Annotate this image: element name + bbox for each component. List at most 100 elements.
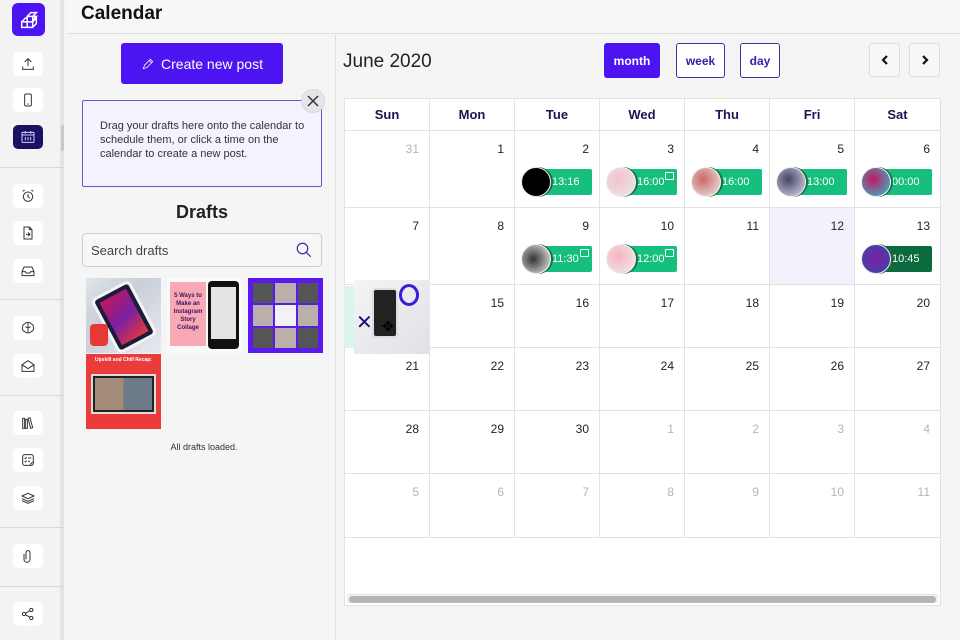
scheduled-post[interactable]: 00:00 — [861, 167, 932, 197]
pencil-icon — [142, 58, 154, 69]
day-cell[interactable]: 10 12:00 — [600, 208, 685, 284]
rail-attachment-button[interactable] — [13, 544, 43, 568]
day-cell[interactable]: 19 — [770, 285, 855, 347]
rail-email-button[interactable] — [13, 354, 43, 378]
draft-thumbnail[interactable] — [86, 278, 161, 353]
post-time: 13:00 — [807, 176, 835, 188]
rail-brain-button[interactable] — [13, 316, 43, 340]
day-cell[interactable]: 17 — [600, 285, 685, 347]
phone-image — [208, 281, 239, 349]
draft-thumbnail[interactable] — [248, 278, 323, 353]
day-cell[interactable]: 7 — [345, 208, 430, 284]
rail-scrollbar[interactable] — [61, 125, 64, 151]
day-cell[interactable]: 11 — [855, 474, 940, 537]
scheduled-post[interactable]: 11:30 — [521, 244, 592, 274]
create-new-post-button[interactable]: Create new post — [121, 43, 283, 84]
rail-mobile-button[interactable] — [13, 88, 43, 112]
day-cell[interactable]: 4 16:00 — [685, 131, 770, 207]
mobile-icon — [24, 93, 32, 107]
day-cell[interactable]: 3 16:00 — [600, 131, 685, 207]
day-cell[interactable]: 31 — [345, 131, 430, 207]
day-cell[interactable]: 5 — [345, 474, 430, 537]
day-cell[interactable]: 13 10:45 — [855, 208, 940, 284]
view-month-button[interactable]: month — [604, 43, 660, 78]
rail-library-button[interactable] — [13, 411, 43, 435]
day-number: 12 — [830, 219, 844, 233]
horizontal-scrollbar[interactable] — [347, 594, 938, 603]
scheduled-post[interactable]: 13:16 — [521, 167, 592, 197]
search-button[interactable] — [295, 241, 313, 259]
day-cell[interactable]: 3 — [770, 411, 855, 473]
draft-thumbnail[interactable]: Upskill and Chill Recap: — [86, 354, 161, 429]
post-time: 12:00 — [637, 253, 665, 265]
day-cell[interactable]: 22 — [430, 348, 515, 410]
close-icon — [307, 95, 319, 107]
rail-upload-button[interactable] — [13, 52, 43, 76]
rail-alarm-button[interactable] — [13, 184, 43, 208]
day-cell[interactable]: 29 — [430, 411, 515, 473]
scheduled-post[interactable]: 13:00 — [776, 167, 847, 197]
day-cell[interactable]: 9 11:30 — [515, 208, 600, 284]
day-cell[interactable]: 9 — [685, 474, 770, 537]
day-cell[interactable]: 8 — [600, 474, 685, 537]
logo[interactable] — [12, 3, 45, 36]
chevron-right-icon — [921, 55, 929, 65]
day-cell[interactable]: 2 — [685, 411, 770, 473]
day-cell[interactable]: 6 00:00 — [855, 131, 940, 207]
day-cell[interactable]: 23 — [515, 348, 600, 410]
search-drafts-input[interactable] — [91, 234, 291, 266]
day-cell[interactable]: 18 — [685, 285, 770, 347]
rail-inbox-button[interactable] — [13, 259, 43, 283]
file-import-icon — [23, 226, 33, 240]
day-cell[interactable]: 21 — [345, 348, 430, 410]
day-cell[interactable]: 16 — [515, 285, 600, 347]
day-cell[interactable]: 27 — [855, 348, 940, 410]
day-cell[interactable]: 7 — [515, 474, 600, 537]
day-number: 23 — [575, 359, 589, 373]
rail-file-import-button[interactable] — [13, 221, 43, 245]
day-cell[interactable]: 8 — [430, 208, 515, 284]
day-cell[interactable]: 11 — [685, 208, 770, 284]
day-cell[interactable]: 30 — [515, 411, 600, 473]
day-cell[interactable]: 15 — [430, 285, 515, 347]
scheduled-post[interactable]: 10:45 — [861, 244, 932, 274]
view-day-button[interactable]: day — [740, 43, 780, 78]
day-cell-today[interactable]: 12 — [770, 208, 855, 284]
day-cell[interactable]: 20 — [855, 285, 940, 347]
rail-share-button[interactable] — [13, 602, 43, 626]
day-number: 11 — [746, 219, 759, 233]
dragged-draft[interactable]: ✕ ✥ — [354, 280, 430, 354]
day-cell[interactable]: 1 — [430, 131, 515, 207]
week-row: 21 22 23 24 25 26 27 — [345, 348, 940, 411]
rail-calendar-button[interactable] — [13, 125, 43, 149]
day-cell[interactable]: 28 — [345, 411, 430, 473]
rail-layers-button[interactable] — [13, 486, 43, 510]
draft-thumbnail[interactable]: 5 Ways to Make an Instagram Story Collag… — [167, 278, 242, 353]
scheduled-post[interactable]: 16:00 — [691, 167, 762, 197]
day-cell[interactable]: 10 — [770, 474, 855, 537]
day-number: 11 — [917, 485, 930, 499]
day-number: 24 — [660, 359, 674, 373]
day-cell[interactable]: 2 13:16 — [515, 131, 600, 207]
day-cell[interactable]: 26 — [770, 348, 855, 410]
next-month-button[interactable] — [909, 43, 940, 77]
scrollbar-thumb[interactable] — [349, 596, 936, 603]
day-number: 25 — [745, 359, 759, 373]
month-grid: Sun Mon Tue Wed Thu Fri Sat 31 1 2 13:16 3 16:00 4 16… — [344, 98, 941, 606]
day-cell[interactable]: 6 — [430, 474, 515, 537]
close-hint-button[interactable] — [301, 89, 325, 113]
previous-month-button[interactable] — [869, 43, 900, 77]
day-number: 28 — [405, 422, 419, 436]
day-cell[interactable]: 5 13:00 — [770, 131, 855, 207]
day-cell[interactable]: 1 — [600, 411, 685, 473]
scheduled-post[interactable]: 16:00 — [606, 167, 677, 197]
day-cell[interactable]: 24 — [600, 348, 685, 410]
day-cell[interactable]: 25 — [685, 348, 770, 410]
day-cell[interactable]: 4 — [855, 411, 940, 473]
scheduled-post[interactable]: 12:00 — [606, 244, 677, 274]
view-week-button[interactable]: week — [676, 43, 725, 78]
post-time: 10:45 — [892, 253, 920, 265]
post-time: 16:00 — [722, 176, 750, 188]
carousel-icon — [665, 249, 674, 257]
rail-checklist-button[interactable] — [13, 448, 43, 472]
